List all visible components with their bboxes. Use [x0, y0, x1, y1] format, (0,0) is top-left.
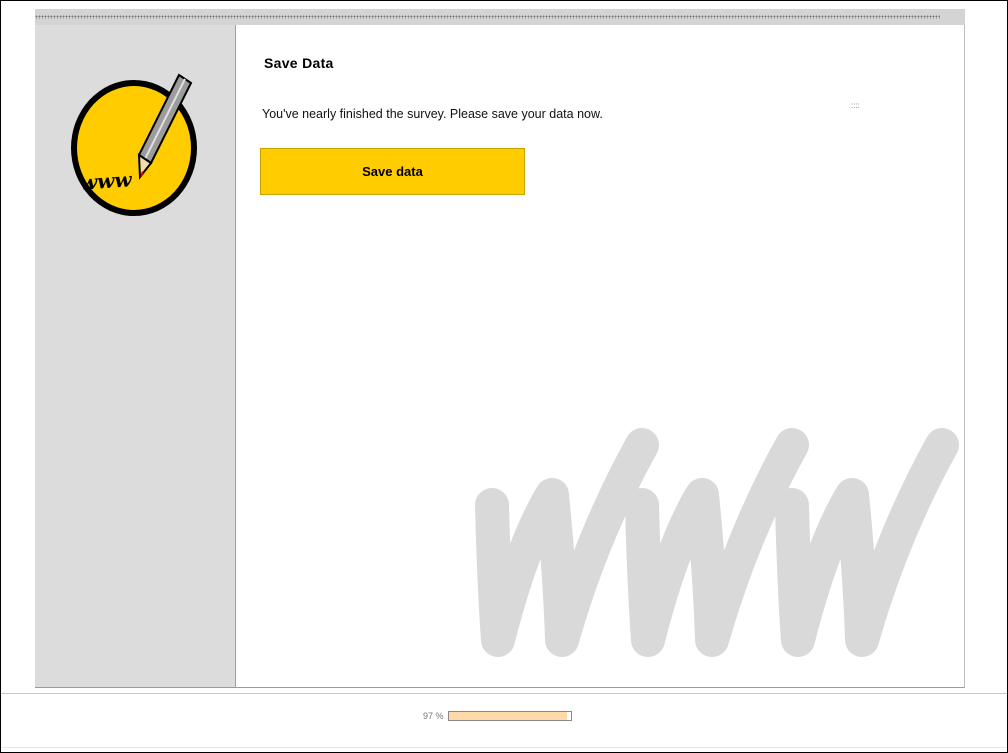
www-watermark-icon	[475, 428, 959, 657]
top-header-bar	[35, 9, 965, 25]
www-pencil-logo: www	[71, 73, 197, 216]
main-content: Save Data You've nearly finished the sur…	[236, 25, 964, 687]
decorative-dots: ::::	[851, 101, 860, 110]
page-title: Save Data	[264, 55, 334, 71]
progress-label: 97 %	[423, 711, 444, 721]
logo-text: www	[79, 167, 133, 195]
dotted-divider	[35, 15, 940, 19]
progress-bar-fill	[448, 712, 567, 720]
survey-frame: www Save Data You've nearly finished the…	[35, 25, 965, 688]
save-data-button[interactable]: Save data	[260, 148, 525, 195]
sidebar: www	[35, 25, 236, 687]
footer-divider	[1, 693, 1007, 694]
survey-page: www Save Data You've nearly finished the…	[0, 0, 1008, 753]
progress-indicator: 97 %	[423, 709, 572, 723]
bottom-divider	[1, 747, 1007, 748]
progress-bar	[447, 711, 572, 721]
instruction-text: You've nearly finished the survey. Pleas…	[262, 107, 603, 121]
